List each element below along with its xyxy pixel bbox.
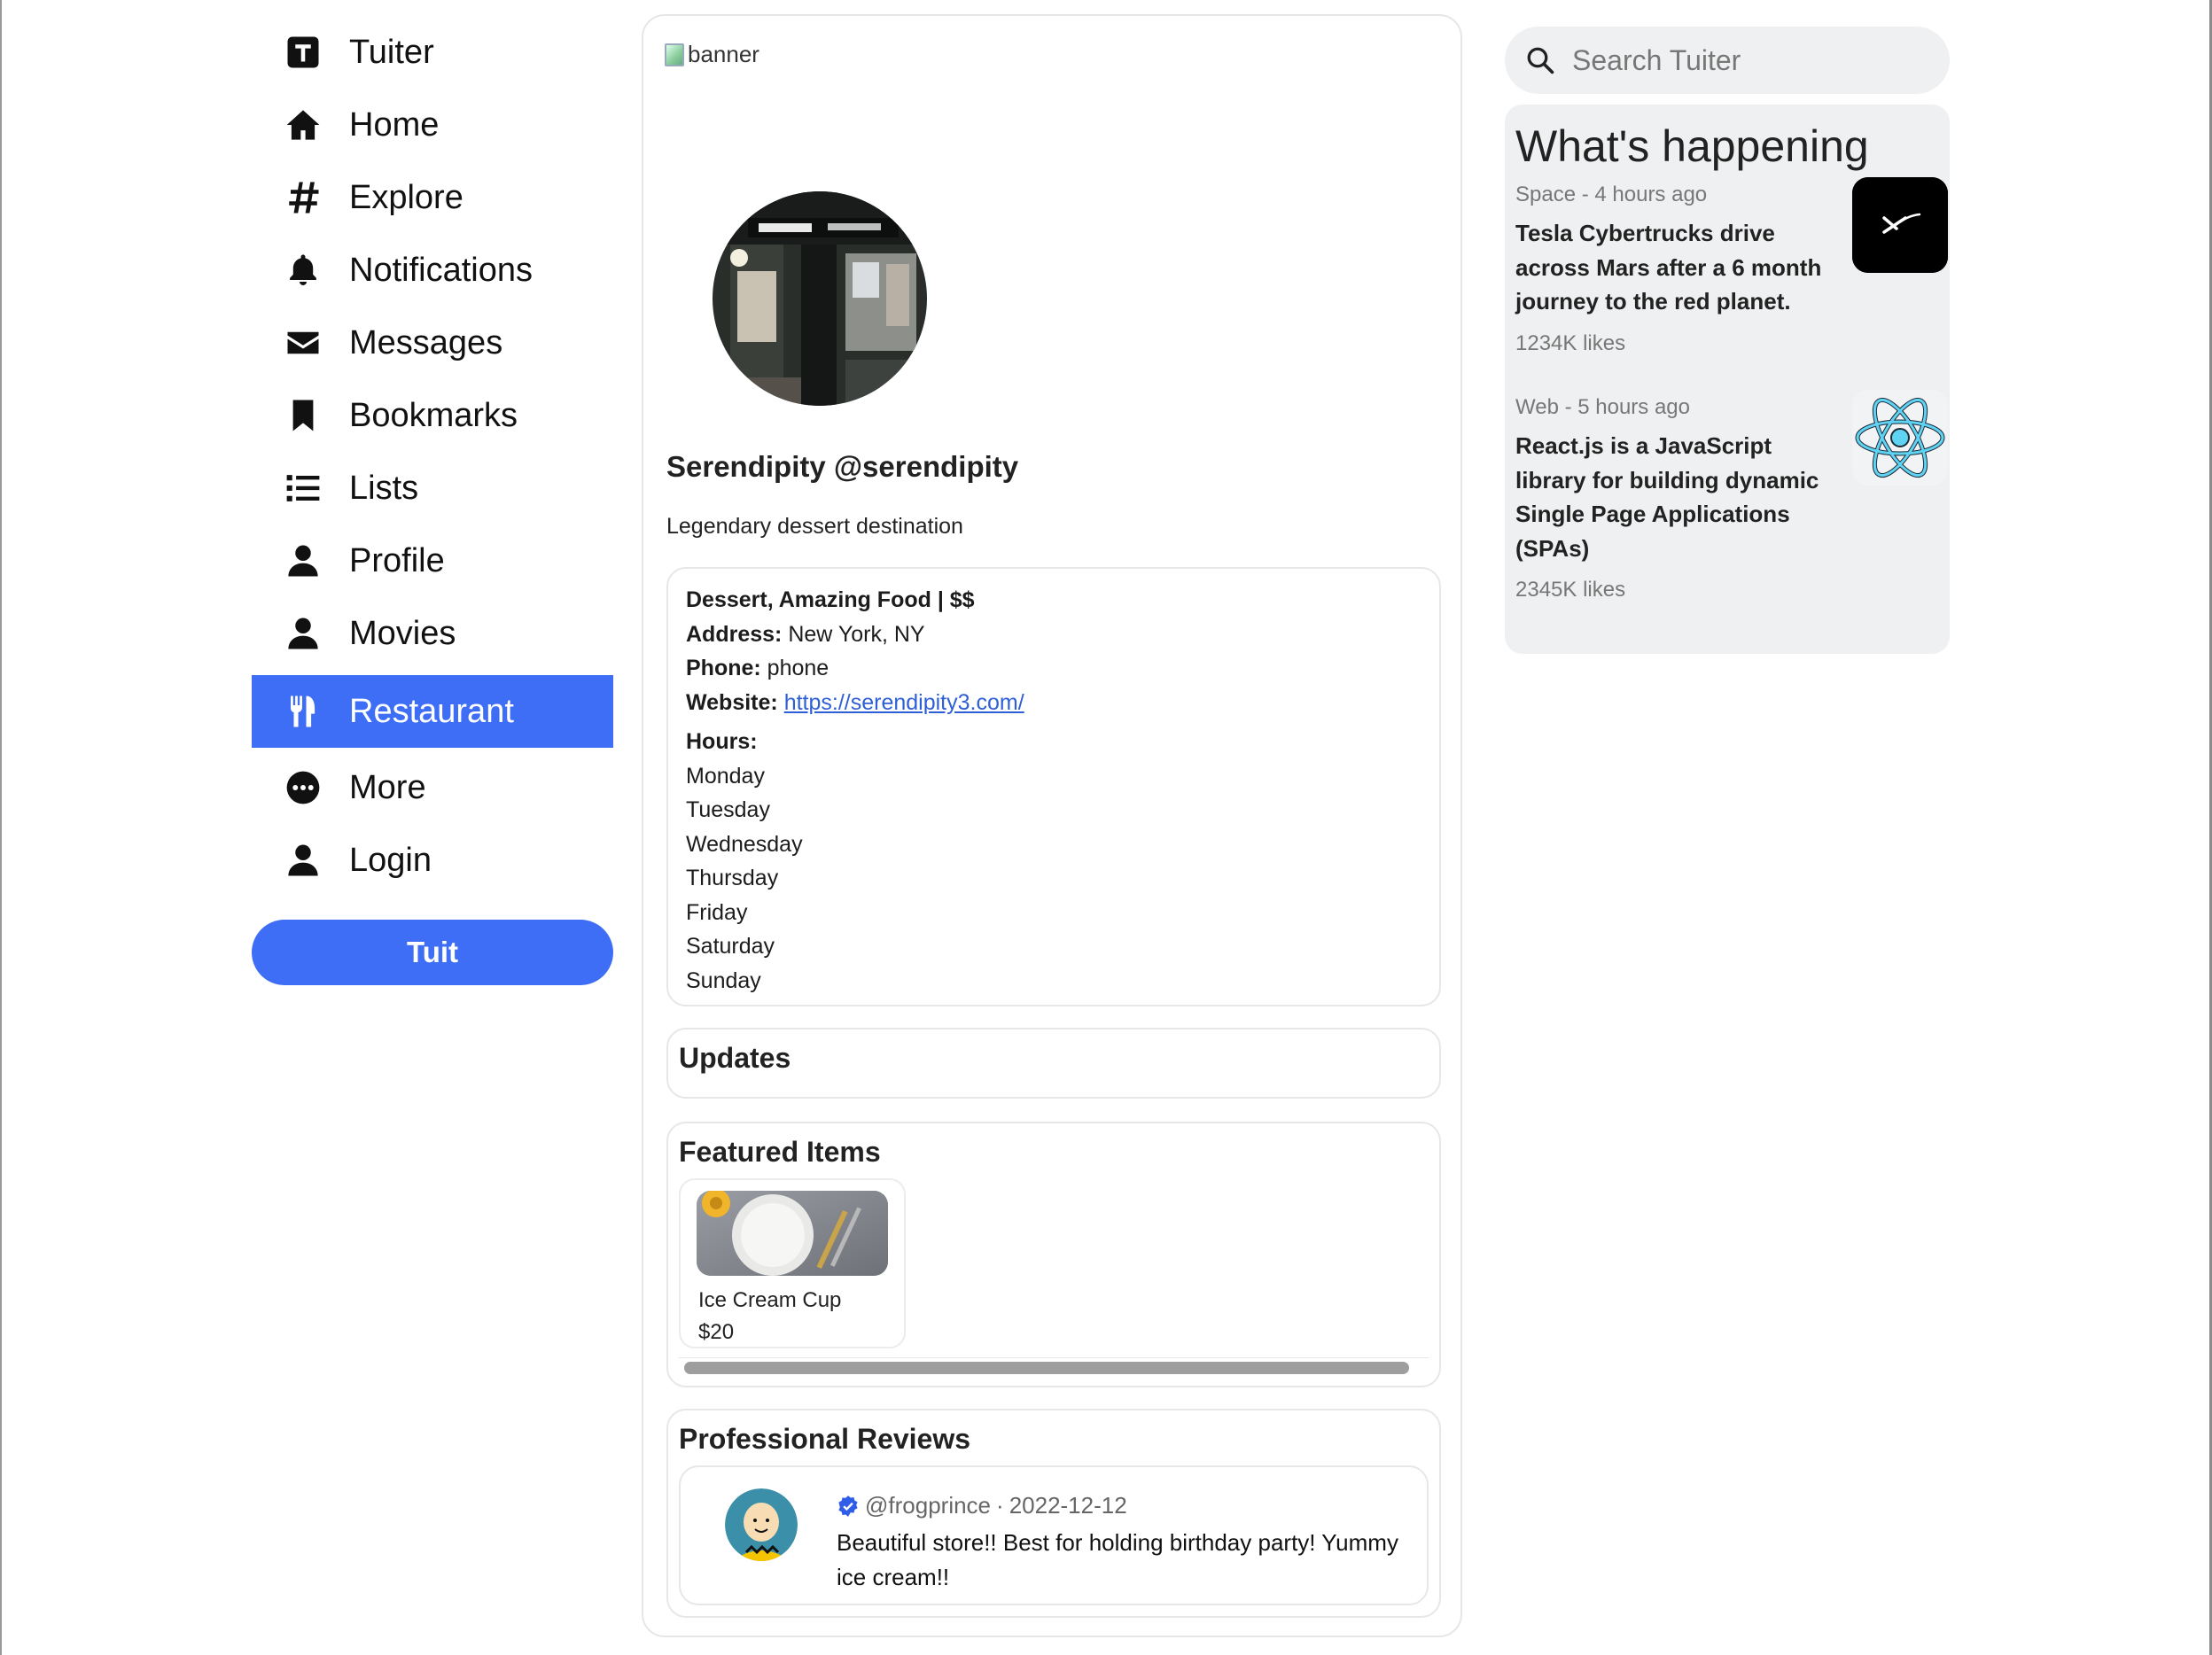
sidebar-item-label: Login — [349, 841, 432, 879]
review-card[interactable]: @frogprince · 2022-12-12 Beautiful store… — [679, 1465, 1429, 1605]
hashtag-icon — [284, 178, 323, 217]
hours-day: Thursday — [686, 866, 779, 890]
news-title: React.js is a JavaScript library for bui… — [1515, 432, 1819, 562]
hours-day: Friday — [686, 899, 748, 925]
news-item[interactable]: Space - 4 hours ago Tesla Cybertrucks dr… — [1515, 177, 1948, 356]
phone-row: Phone: phone — [686, 651, 1421, 686]
reviewer-avatar — [725, 1488, 798, 1561]
restaurant-info-card: Dessert, Amazing Food | $$ Address: New … — [666, 567, 1441, 1006]
scrollbar-thumb[interactable] — [684, 1362, 1409, 1374]
window-edge-left — [0, 0, 2, 1655]
news-title: Tesla Cybertrucks drive across Mars afte… — [1515, 220, 1822, 315]
utensils-icon — [284, 692, 323, 731]
banner-image: banner — [665, 41, 759, 68]
sidebar-item-label: Movies — [349, 614, 456, 652]
sidebar-item-notifications[interactable]: Notifications — [252, 234, 613, 307]
address-row: Address: New York, NY — [686, 618, 1421, 652]
section-title: Professional Reviews — [679, 1423, 971, 1455]
panel-title: What's happening — [1515, 121, 1869, 171]
tuiter-logo-icon — [284, 33, 323, 72]
tuit-button[interactable]: Tuit — [252, 920, 613, 985]
address-label: Address: — [686, 621, 783, 647]
featured-item-price: $20 — [698, 1320, 735, 1344]
whats-happening-panel: What's happening Space - 4 hours ago Tes… — [1505, 105, 1950, 654]
search-icon — [1527, 47, 1554, 74]
sidebar-item-restaurant[interactable]: Restaurant — [252, 675, 613, 748]
news-item[interactable]: Web - 5 hours ago React.js is a JavaScri… — [1515, 390, 1948, 602]
ellipsis-circle-icon — [284, 768, 323, 807]
sidebar-item-profile[interactable]: Profile — [252, 524, 613, 597]
section-title: Updates — [679, 1042, 791, 1074]
sidebar-item-messages[interactable]: Messages — [252, 307, 613, 379]
sidebar-item-label: Messages — [349, 323, 503, 361]
bell-icon — [284, 251, 323, 290]
sidebar-item-tuiter[interactable]: Tuiter — [252, 16, 613, 89]
broken-image-icon — [665, 43, 684, 66]
restaurant-avatar — [713, 191, 927, 406]
react-logo-icon — [1852, 390, 1948, 486]
spacex-logo-icon — [1852, 177, 1948, 273]
search-bar[interactable] — [1505, 27, 1950, 94]
list-icon — [284, 469, 323, 508]
reviewer-handle[interactable]: @frogprince — [865, 1492, 991, 1519]
phone-label: Phone: — [686, 656, 761, 680]
sidebar-item-label: Explore — [349, 178, 463, 216]
review-text: Beautiful store!! Best for holding birth… — [837, 1529, 1398, 1590]
home-icon — [284, 105, 323, 144]
updates-section: Updates — [666, 1028, 1441, 1099]
hours-label: Hours: — [686, 729, 758, 754]
verified-badge-icon — [838, 1495, 858, 1517]
sidebar-item-lists[interactable]: Lists — [252, 452, 613, 524]
horizontal-scrollbar[interactable] — [679, 1357, 1429, 1376]
sidebar-item-home[interactable]: Home — [252, 89, 613, 161]
sidebar-item-more[interactable]: More — [252, 751, 613, 824]
sidebar-item-label: More — [349, 768, 426, 806]
sidebar-item-label: Tuiter — [349, 33, 434, 71]
profile-name-handle: Serendipity @serendipity — [666, 450, 1019, 483]
user-icon — [284, 541, 323, 580]
sidebar-item-label: Profile — [349, 541, 445, 579]
sidebar-item-movies[interactable]: Movies — [252, 597, 613, 670]
sidebar-item-login[interactable]: Login — [252, 824, 613, 897]
news-likes: 1234K likes — [1515, 330, 1626, 355]
featured-item-image — [697, 1191, 888, 1276]
search-input[interactable] — [1570, 43, 1928, 78]
section-title: Featured Items — [679, 1136, 881, 1168]
featured-item-name: Ice Cream Cup — [698, 1288, 842, 1312]
category: Dessert, Amazing Food | $$ — [686, 587, 975, 612]
featured-item-card[interactable]: Ice Cream Cup $20 — [679, 1178, 906, 1348]
main-column: banner Serendipity @serendipity Legendar… — [642, 14, 1462, 1637]
featured-items-section: Featured Items Ice Cream Cup $20 — [666, 1122, 1441, 1387]
bookmark-icon — [284, 396, 323, 435]
website-label: Website: — [686, 689, 778, 715]
phone-value: phone — [767, 656, 830, 680]
hours-day: Sunday — [686, 967, 761, 993]
review-date: 2022-12-12 — [1009, 1492, 1127, 1519]
sidebar-item-explore[interactable]: Explore — [252, 161, 613, 234]
user-icon — [284, 841, 323, 880]
hours-day: Saturday — [686, 934, 775, 959]
sidebar-item-label: Lists — [349, 469, 419, 507]
sidebar-item-label: Notifications — [349, 251, 533, 289]
website-row: Website: https://serendipity3.com/ — [686, 686, 1421, 720]
sidebar-item-bookmarks[interactable]: Bookmarks — [252, 379, 613, 452]
separator-dot: · — [996, 1492, 1004, 1519]
hours-day: Wednesday — [686, 831, 803, 857]
sidebar-item-label: Restaurant — [349, 692, 514, 730]
banner-alt-text: banner — [688, 41, 759, 67]
hours-day: Monday — [686, 763, 765, 789]
review-header: @frogprince · 2022-12-12 — [837, 1492, 1127, 1519]
address-value: New York, NY — [788, 621, 925, 647]
envelope-icon — [284, 323, 323, 362]
sidebar-item-label: Bookmarks — [349, 396, 518, 434]
sidebar-item-label: Home — [349, 105, 440, 144]
professional-reviews-section: Professional Reviews @frogprince · 2022-… — [666, 1409, 1441, 1618]
website-link[interactable]: https://serendipity3.com/ — [784, 690, 1024, 715]
hours-day: Tuesday — [686, 797, 770, 822]
user-icon — [284, 614, 323, 653]
news-likes: 2345K likes — [1515, 578, 1626, 602]
profile-bio: Legendary dessert destination — [666, 514, 963, 539]
